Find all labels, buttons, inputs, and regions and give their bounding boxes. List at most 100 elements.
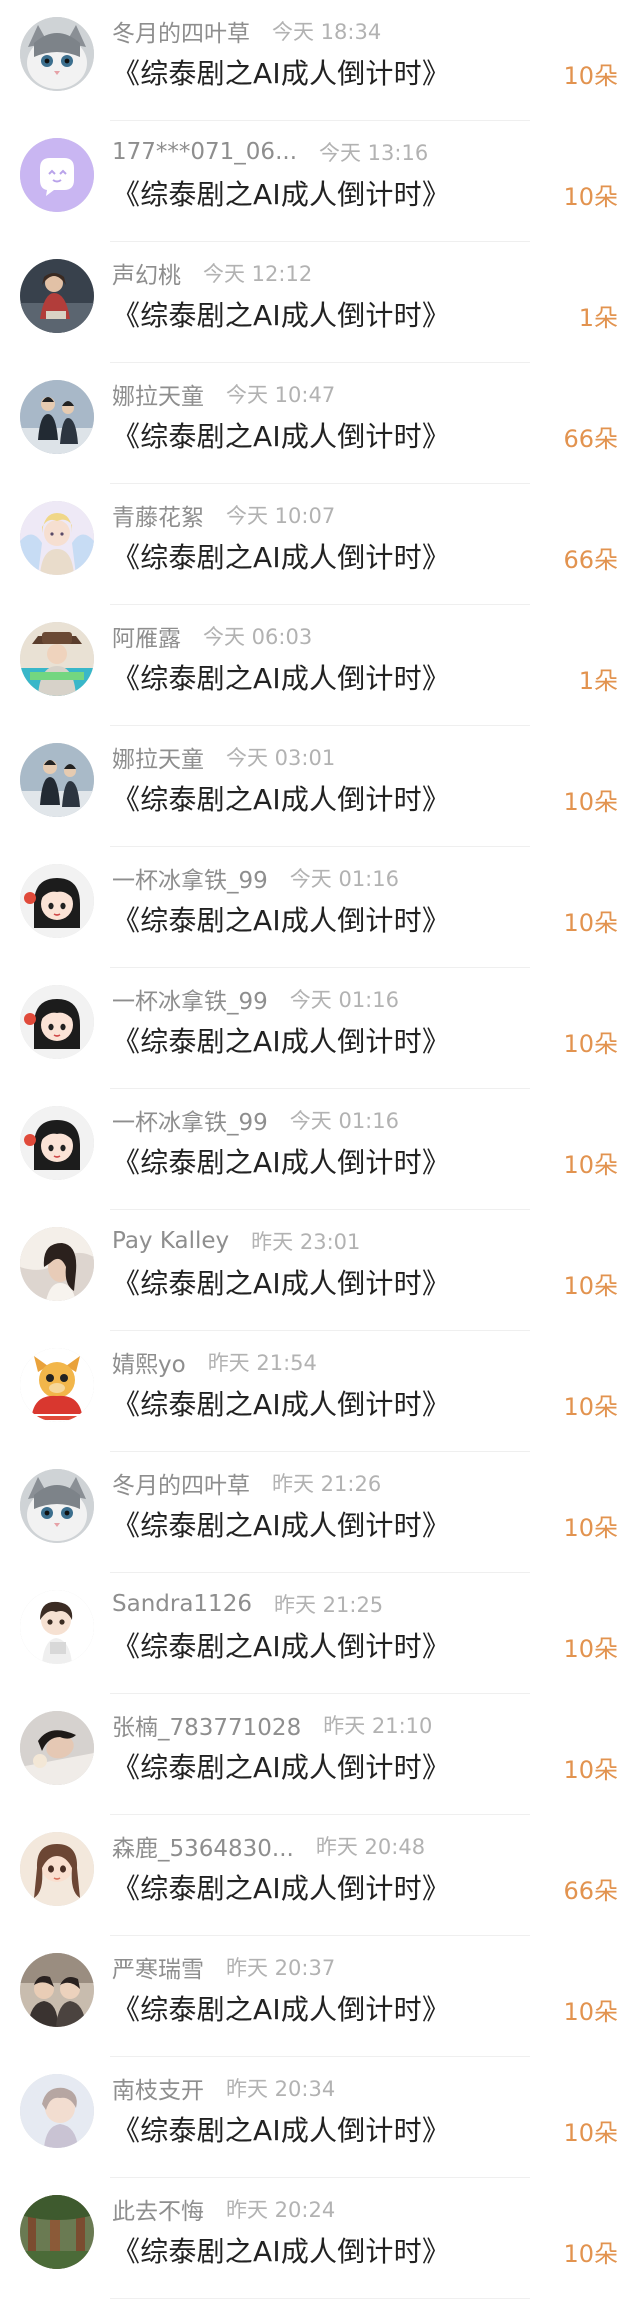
item-meta: Pay Kalley 昨天 23:01 [112, 1226, 360, 1256]
gift-count: 1朵 [578, 304, 618, 332]
list-item[interactable]: Pay Kalley 昨天 23:01 《综泰剧之AI成人倒计时》 10朵 [0, 1210, 640, 1331]
list-item[interactable]: 一杯冰拿铁_99 今天 01:16 《综泰剧之AI成人倒计时》 10朵 [0, 847, 640, 968]
list-item[interactable]: 此去不悔 昨天 20:24 《综泰剧之AI成人倒计时》 10朵 [0, 2178, 640, 2299]
gift-count: 66朵 [563, 546, 618, 574]
user-name[interactable]: 娜拉天童 [112, 740, 204, 774]
list-item[interactable]: 娜拉天童 今天 10:47 《综泰剧之AI成人倒计时》 66朵 [0, 363, 640, 484]
list-item[interactable]: 娜拉天童 今天 03:01 《综泰剧之AI成人倒计时》 10朵 [0, 726, 640, 847]
item-meta: 此去不悔 昨天 20:24 [112, 2192, 336, 2226]
list-item[interactable]: 婧熙yo 昨天 21:54 《综泰剧之AI成人倒计时》 10朵 [0, 1331, 640, 1452]
list-item[interactable]: 严寒瑞雪 昨天 20:37 《综泰剧之AI成人倒计时》 10朵 [0, 1936, 640, 2057]
book-title: 《综泰剧之AI成人倒计时》 [112, 1509, 451, 1542]
avatar[interactable] [20, 1832, 94, 1906]
timestamp: 今天 12:12 [203, 262, 313, 286]
gift-count: 10朵 [563, 2240, 618, 2268]
gift-count: 10朵 [563, 62, 618, 90]
user-name[interactable]: 冬月的四叶草 [112, 14, 250, 48]
avatar[interactable] [20, 743, 94, 817]
list-item[interactable]: 声幻桃 今天 12:12 《综泰剧之AI成人倒计时》 1朵 [0, 242, 640, 363]
list-item[interactable]: 一杯冰拿铁_99 今天 01:16 《综泰剧之AI成人倒计时》 10朵 [0, 968, 640, 1089]
list-item[interactable]: 阿雁露 今天 06:03 《综泰剧之AI成人倒计时》 1朵 [0, 605, 640, 726]
user-name[interactable]: 张楠_783771028 [112, 1708, 301, 1742]
user-name[interactable]: Pay Kalley [112, 1228, 229, 1254]
avatar[interactable] [20, 1711, 94, 1785]
gift-count: 10朵 [563, 909, 618, 937]
timestamp: 今天 10:07 [226, 504, 336, 528]
item-meta: 严寒瑞雪 昨天 20:37 [112, 1950, 336, 1984]
list-item[interactable]: 冬月的四叶草 今天 18:34 《综泰剧之AI成人倒计时》 10朵 [0, 0, 640, 121]
list-item[interactable]: 张楠_783771028 昨天 21:10 《综泰剧之AI成人倒计时》 10朵 [0, 1694, 640, 1815]
item-meta: 娜拉天童 今天 10:47 [112, 377, 335, 411]
book-title: 《综泰剧之AI成人倒计时》 [112, 178, 451, 211]
book-title: 《综泰剧之AI成人倒计时》 [112, 2235, 451, 2268]
avatar[interactable] [20, 1953, 94, 2027]
avatar[interactable] [20, 864, 94, 938]
gift-count: 10朵 [563, 183, 618, 211]
user-name[interactable]: 一杯冰拿铁_99 [112, 861, 268, 895]
gift-count: 10朵 [563, 1151, 618, 1179]
avatar[interactable] [20, 1469, 94, 1543]
list-item[interactable]: Sandra1126 昨天 21:25 《综泰剧之AI成人倒计时》 10朵 [0, 1573, 640, 1694]
avatar[interactable] [20, 2195, 94, 2269]
timestamp: 昨天 23:01 [251, 1230, 361, 1254]
timestamp: 昨天 20:37 [226, 1956, 336, 1980]
user-name[interactable]: 阿雁露 [112, 619, 181, 653]
user-name[interactable]: 声幻桃 [112, 256, 181, 290]
avatar[interactable] [20, 380, 94, 454]
user-name[interactable]: 娜拉天童 [112, 377, 204, 411]
book-title: 《综泰剧之AI成人倒计时》 [112, 662, 451, 695]
timestamp: 今天 01:16 [289, 867, 399, 891]
timestamp: 昨天 20:34 [226, 2077, 336, 2101]
avatar[interactable] [20, 985, 94, 1059]
item-meta: 南枝支开 昨天 20:34 [112, 2071, 336, 2105]
book-title: 《综泰剧之AI成人倒计时》 [112, 299, 451, 332]
avatar[interactable] [20, 1590, 94, 1664]
user-name[interactable]: 一杯冰拿铁_99 [112, 1103, 268, 1137]
user-name[interactable]: 森鹿_5364830... [112, 1829, 294, 1863]
user-name[interactable]: 一杯冰拿铁_99 [112, 982, 268, 1016]
user-name[interactable]: 严寒瑞雪 [112, 1950, 204, 1984]
gift-count: 66朵 [563, 425, 618, 453]
book-title: 《综泰剧之AI成人倒计时》 [112, 1872, 451, 1905]
gift-count: 1朵 [578, 667, 618, 695]
item-meta: 娜拉天童 今天 03:01 [112, 740, 336, 774]
timestamp: 昨天 21:54 [207, 1351, 317, 1375]
avatar[interactable] [20, 622, 94, 696]
avatar[interactable] [20, 138, 94, 212]
list-item[interactable]: 南枝支开 昨天 20:34 《综泰剧之AI成人倒计时》 10朵 [0, 2057, 640, 2178]
avatar[interactable] [20, 1106, 94, 1180]
book-title: 《综泰剧之AI成人倒计时》 [112, 1751, 451, 1784]
timestamp: 昨天 20:24 [226, 2198, 336, 2222]
item-meta: 阿雁露 今天 06:03 [112, 619, 313, 653]
gift-count: 10朵 [563, 1756, 618, 1784]
user-name[interactable]: 婧熙yo [112, 1345, 186, 1379]
user-name[interactable]: 177***071_06... [112, 139, 297, 165]
avatar[interactable] [20, 17, 94, 91]
item-meta: 冬月的四叶草 今天 18:34 [112, 14, 381, 48]
timestamp: 今天 03:01 [226, 746, 336, 770]
book-title: 《综泰剧之AI成人倒计时》 [112, 420, 451, 453]
gift-count: 10朵 [563, 1030, 618, 1058]
list-item[interactable]: 森鹿_5364830... 昨天 20:48 《综泰剧之AI成人倒计时》 66朵 [0, 1815, 640, 1936]
user-name[interactable]: 此去不悔 [112, 2192, 204, 2226]
avatar[interactable] [20, 501, 94, 575]
avatar[interactable] [20, 1227, 94, 1301]
list-item[interactable]: 青藤花絮 今天 10:07 《综泰剧之AI成人倒计时》 66朵 [0, 484, 640, 605]
item-meta: 森鹿_5364830... 昨天 20:48 [112, 1829, 425, 1863]
user-name[interactable]: Sandra1126 [112, 1591, 252, 1617]
list-item[interactable]: 一杯冰拿铁_99 今天 01:16 《综泰剧之AI成人倒计时》 10朵 [0, 1089, 640, 1210]
user-name[interactable]: 青藤花絮 [112, 498, 204, 532]
gift-count: 10朵 [563, 1272, 618, 1300]
user-name[interactable]: 冬月的四叶草 [112, 1466, 250, 1500]
avatar[interactable] [20, 2074, 94, 2148]
book-title: 《综泰剧之AI成人倒计时》 [112, 2114, 451, 2147]
item-meta: 一杯冰拿铁_99 今天 01:16 [112, 982, 399, 1016]
avatar[interactable] [20, 1348, 94, 1422]
timestamp: 今天 06:03 [203, 625, 313, 649]
gift-count: 10朵 [563, 1998, 618, 2026]
avatar[interactable] [20, 259, 94, 333]
list-item[interactable]: 冬月的四叶草 昨天 21:26 《综泰剧之AI成人倒计时》 10朵 [0, 1452, 640, 1573]
list-item[interactable]: 177***071_06... 今天 13:16 《综泰剧之AI成人倒计时》 10朵 [0, 121, 640, 242]
user-name[interactable]: 南枝支开 [112, 2071, 204, 2105]
item-meta: 青藤花絮 今天 10:07 [112, 498, 336, 532]
